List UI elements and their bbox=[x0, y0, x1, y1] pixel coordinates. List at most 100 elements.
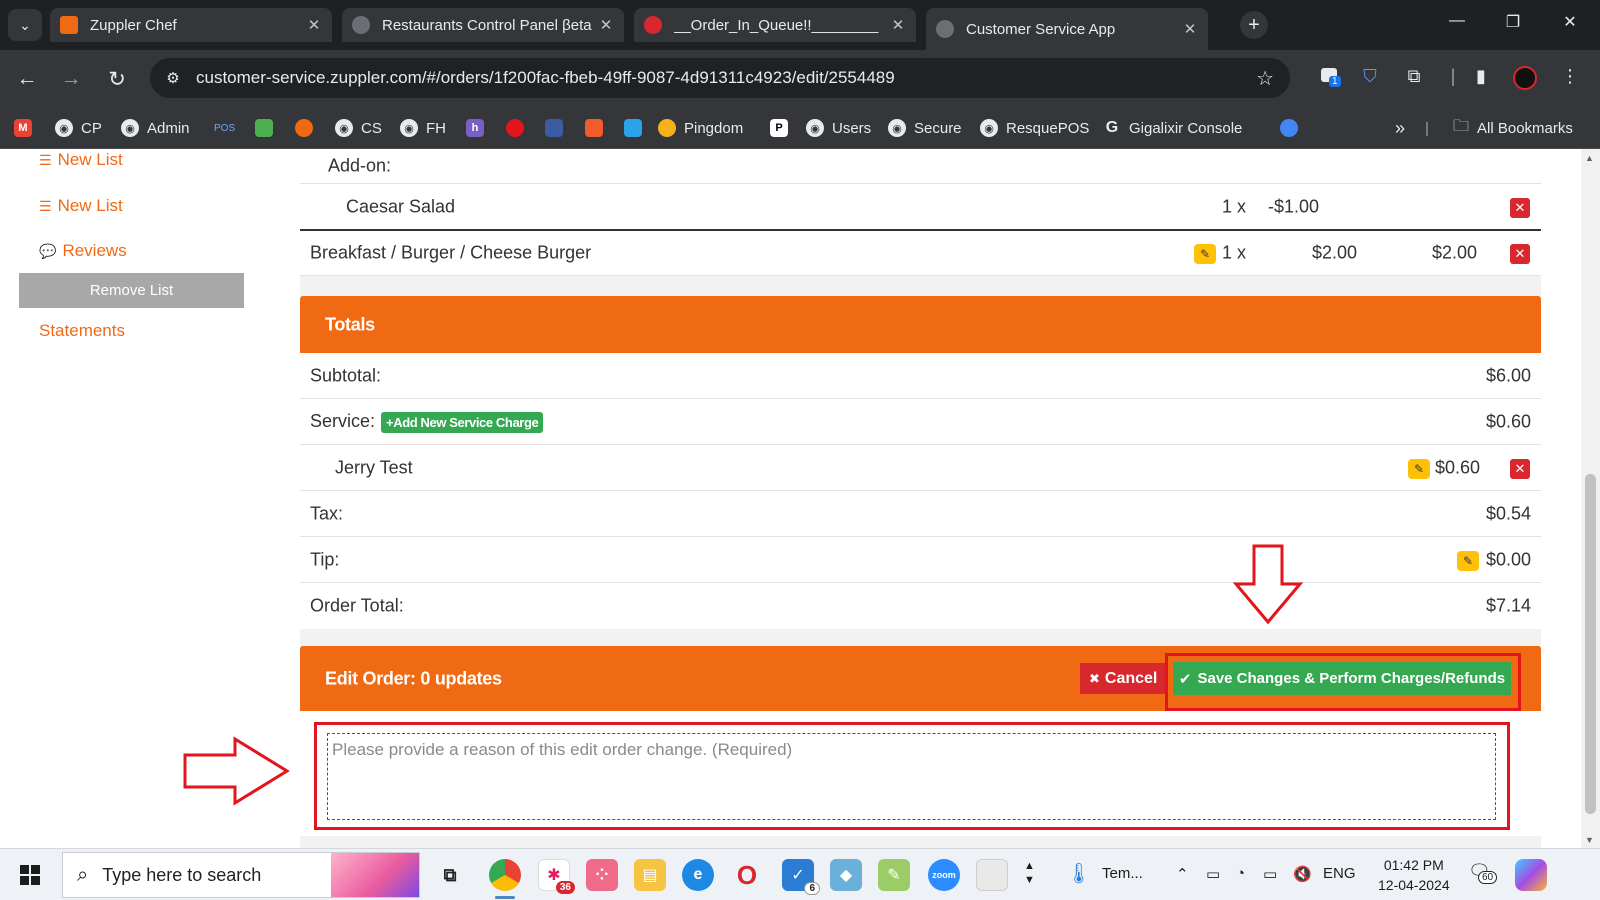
delete-item-button[interactable]: ✕ bbox=[1510, 242, 1530, 264]
close-icon[interactable]: ✕ bbox=[1182, 20, 1198, 38]
restore-icon[interactable]: ❐ bbox=[1503, 12, 1523, 32]
puzzle-icon[interactable]: ⧉ bbox=[1401, 66, 1427, 87]
chef-hat-icon bbox=[60, 16, 78, 34]
bookmark-heroku[interactable]: h bbox=[466, 116, 484, 140]
close-icon[interactable]: ✕ bbox=[890, 16, 906, 34]
edit-service-button[interactable]: ✎ bbox=[1408, 457, 1430, 479]
bookmark-star-icon[interactable]: ☆ bbox=[1256, 66, 1274, 91]
opera-icon[interactable]: O bbox=[731, 859, 763, 891]
close-icon[interactable]: ✕ bbox=[598, 16, 614, 34]
bookmark-gigalixir[interactable]: G Gigalixir Console bbox=[1103, 116, 1243, 140]
windows-start-icon[interactable] bbox=[20, 865, 40, 885]
zoom-icon[interactable]: zoom bbox=[928, 859, 960, 891]
side-panel-icon[interactable]: ▮ bbox=[1468, 66, 1494, 87]
app-icon bbox=[295, 119, 313, 137]
add-service-charge-button[interactable]: + Add New Service Charge bbox=[381, 411, 544, 433]
tab-restaurants-control-panel[interactable]: Restaurants Control Panel βeta ✕ bbox=[342, 8, 624, 42]
site-info-icon[interactable]: ⚙ bbox=[162, 67, 184, 89]
close-icon[interactable]: ✕ bbox=[306, 16, 322, 34]
bookmark-app-5[interactable] bbox=[585, 116, 603, 140]
close-window-icon[interactable]: ✕ bbox=[1560, 12, 1580, 32]
bookmark-cp[interactable]: ◉ CP bbox=[55, 116, 102, 140]
reload-icon[interactable]: ↻ bbox=[104, 67, 130, 92]
file-explorer-icon[interactable]: ▤ bbox=[634, 859, 666, 891]
taskbar-search[interactable]: ⌕ Type here to search bbox=[62, 852, 420, 898]
scroll-up-icon[interactable]: ▲ bbox=[1585, 153, 1594, 163]
tab-order-in-queue[interactable]: __Order_In_Queue!!________ ✕ bbox=[634, 8, 916, 42]
bookmark-app-8[interactable] bbox=[1280, 116, 1306, 140]
bookmark-pos[interactable]: POS bbox=[214, 116, 235, 140]
bookmarks-overflow[interactable]: » bbox=[1395, 116, 1405, 140]
bookmark-admin[interactable]: ◉ Admin bbox=[121, 116, 190, 140]
bookmark-all[interactable]: 🗀 All Bookmarks bbox=[1453, 116, 1573, 140]
pingdom-icon bbox=[658, 119, 676, 137]
bookmark-app-7[interactable]: P bbox=[770, 116, 788, 140]
bookmark-app-3[interactable] bbox=[506, 116, 532, 140]
bookmark-app-2[interactable] bbox=[295, 116, 321, 140]
remove-list-button[interactable]: Remove List bbox=[19, 273, 244, 308]
sidebar-item-new-list[interactable]: ☰ New List bbox=[39, 196, 123, 216]
bookmark-app-6[interactable] bbox=[624, 116, 642, 140]
language-indicator[interactable]: ENG bbox=[1323, 865, 1356, 882]
shield-icon[interactable]: ⛉ bbox=[1357, 66, 1383, 87]
app-icon[interactable]: ◆ bbox=[830, 859, 862, 891]
taskbar-scroll-icon[interactable]: ▲ ▼ bbox=[1024, 859, 1035, 887]
address-bar[interactable]: ⚙ customer-service.zuppler.com/#/orders/… bbox=[150, 58, 1290, 98]
bookmark-gmail[interactable]: M bbox=[14, 116, 32, 140]
todo-icon[interactable]: ✓ 6 bbox=[782, 859, 820, 895]
forward-icon[interactable]: → bbox=[58, 67, 84, 91]
new-tab-button[interactable]: + bbox=[1240, 11, 1268, 39]
cancel-button[interactable]: ✖ Cancel bbox=[1080, 663, 1167, 694]
extension-icon[interactable]: 1 bbox=[1316, 66, 1342, 87]
edit-tip-button[interactable]: ✎ bbox=[1457, 549, 1479, 571]
menu-icon[interactable]: ⋮ bbox=[1557, 66, 1583, 87]
copilot-icon[interactable] bbox=[1515, 859, 1547, 891]
bookmark-label: CS bbox=[361, 119, 382, 137]
slack-icon[interactable]: ✱ 36 bbox=[538, 859, 575, 894]
wifi-icon[interactable]: ◔ bbox=[1236, 865, 1245, 882]
bookmark-pingdom[interactable]: Pingdom bbox=[658, 116, 743, 140]
sidebar-item-reviews[interactable]: 💬 Reviews bbox=[39, 241, 127, 261]
edit-reason-textarea[interactable] bbox=[327, 733, 1496, 820]
paint-icon[interactable]: ✎ bbox=[878, 859, 910, 891]
order-item-row: Breakfast / Burger / Cheese Burger ✎ 1 x… bbox=[300, 231, 1541, 276]
clock[interactable]: 01:42 PM 12-04-2024 bbox=[1378, 855, 1450, 895]
delete-addon-button[interactable]: ✕ bbox=[1510, 196, 1530, 218]
minimize-icon[interactable]: — bbox=[1447, 12, 1467, 30]
volume-mute-icon[interactable]: 🔇 bbox=[1293, 865, 1312, 883]
page-scrollbar[interactable]: ▲ ▼ bbox=[1581, 149, 1600, 848]
tab-customer-service-app[interactable]: Customer Service App ✕ bbox=[926, 8, 1208, 50]
bookmark-cs[interactable]: ◉ CS bbox=[335, 116, 382, 140]
notification-icon[interactable]: 🗨 60 bbox=[1468, 861, 1498, 884]
addon-item-qty: 1 x bbox=[1222, 196, 1247, 216]
chrome-icon[interactable] bbox=[489, 859, 521, 899]
bookmark-secure[interactable]: ◉ Secure bbox=[888, 116, 962, 140]
battery-icon[interactable]: ▭ bbox=[1263, 865, 1277, 883]
comment-icon: 💬 bbox=[39, 242, 57, 259]
task-view-icon[interactable]: ⧉ bbox=[434, 859, 466, 891]
tab-search-button[interactable]: ⌄ bbox=[8, 9, 42, 41]
delete-service-button[interactable]: ✕ bbox=[1510, 457, 1530, 479]
chevron-up-icon[interactable]: ⌃ bbox=[1176, 865, 1189, 883]
bookmark-users[interactable]: ◉ Users bbox=[806, 116, 871, 140]
bookmark-label: FH bbox=[426, 119, 446, 137]
avatar[interactable] bbox=[1512, 66, 1538, 95]
sidebar-item-new-list[interactable]: ☰ New List bbox=[39, 150, 123, 170]
blank-app-icon[interactable] bbox=[976, 859, 1008, 891]
bookmark-app-1[interactable] bbox=[255, 116, 273, 140]
url-text[interactable]: customer-service.zuppler.com/#/orders/1f… bbox=[196, 68, 1256, 88]
sidebar-item-statements[interactable]: Statements bbox=[39, 321, 125, 341]
bookmark-app-4[interactable] bbox=[545, 116, 563, 140]
scroll-down-icon[interactable]: ▼ bbox=[1585, 835, 1594, 845]
bookmark-resquepos[interactable]: ◉ ResquePOS bbox=[980, 116, 1089, 140]
edit-icon: ✎ bbox=[1194, 244, 1216, 264]
edge-icon[interactable]: e bbox=[682, 859, 714, 891]
weather-text[interactable]: Tem... bbox=[1102, 865, 1143, 882]
bookmark-fh[interactable]: ◉ FH bbox=[400, 116, 446, 140]
asana-icon[interactable]: ⁘ bbox=[586, 859, 618, 891]
edit-item-button[interactable]: ✎ bbox=[1194, 242, 1216, 264]
scroll-thumb[interactable] bbox=[1585, 474, 1596, 814]
tab-zuppler-chef[interactable]: Zuppler Chef ✕ bbox=[50, 8, 332, 42]
device-icon[interactable]: ▭ bbox=[1206, 865, 1220, 883]
back-icon[interactable]: ← bbox=[14, 67, 40, 91]
